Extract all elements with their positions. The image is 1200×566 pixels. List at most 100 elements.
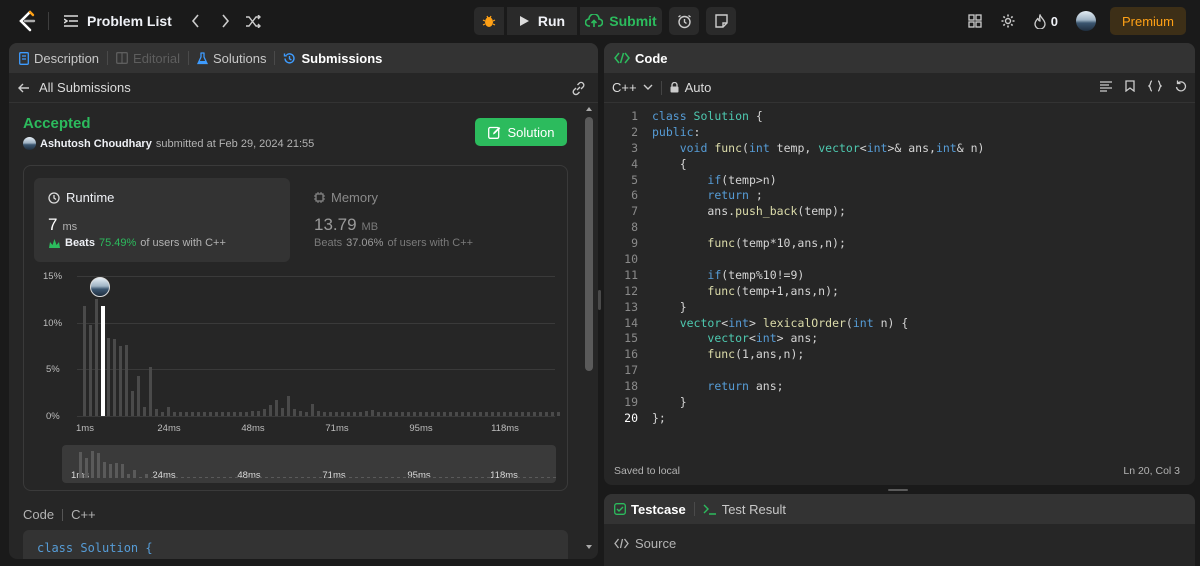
code-line[interactable]: func(1,ans,n); bbox=[652, 347, 984, 363]
bookmark-icon[interactable] bbox=[1125, 80, 1135, 92]
code-token: (temp); bbox=[797, 204, 846, 219]
line-number: 20 bbox=[624, 410, 638, 425]
tab-testcase[interactable]: Testcase bbox=[614, 502, 686, 517]
tab-description[interactable]: Description bbox=[19, 51, 99, 66]
language-select[interactable]: C++ bbox=[612, 80, 653, 95]
next-problem-icon[interactable] bbox=[212, 14, 240, 28]
tab-test-result[interactable]: Test Result bbox=[703, 502, 786, 517]
streak-fire-icon[interactable] bbox=[1029, 13, 1051, 29]
line-number: 5 bbox=[631, 172, 638, 187]
code-token: vector bbox=[679, 315, 722, 330]
arrow-left-icon[interactable] bbox=[17, 83, 31, 93]
notes-button[interactable] bbox=[706, 7, 736, 35]
code-token: if bbox=[707, 172, 722, 187]
code-line[interactable]: } bbox=[652, 395, 984, 411]
code-line[interactable]: return ans; bbox=[652, 379, 984, 395]
code-line[interactable]: vector<int> lexicalOrder(int n) { bbox=[652, 316, 984, 332]
left-tab-bar: Description Editorial Solutions Submissi… bbox=[9, 43, 598, 73]
horizontal-splitter[interactable] bbox=[888, 489, 908, 491]
runtime-label: Runtime bbox=[66, 190, 115, 205]
auto-mode[interactable]: Auto bbox=[670, 80, 711, 95]
code-lines[interactable]: class Solution {public: void func(int te… bbox=[652, 109, 984, 427]
code-line[interactable] bbox=[652, 363, 984, 379]
memory-box[interactable]: Memory 13.79 MB Beats 37.06% of users wi… bbox=[304, 178, 560, 262]
code-line[interactable]: if(temp%10!=9) bbox=[652, 268, 984, 284]
premium-button[interactable]: Premium bbox=[1109, 7, 1186, 35]
submit-button[interactable]: Submit bbox=[580, 7, 662, 35]
code-token: > ans; bbox=[776, 331, 819, 346]
layout-grid-icon[interactable] bbox=[959, 14, 991, 28]
bug-icon bbox=[482, 14, 496, 28]
code-preview-text: class Solution { bbox=[37, 541, 153, 555]
all-submissions-link[interactable]: All Submissions bbox=[39, 80, 131, 95]
format-icon[interactable] bbox=[1100, 80, 1112, 92]
submitter-name[interactable]: Ashutosh Choudhary bbox=[40, 138, 152, 150]
line-number: 14 bbox=[624, 315, 638, 330]
code-line[interactable]: ans.push_back(temp); bbox=[652, 204, 984, 220]
left-scrollbar-thumb[interactable] bbox=[585, 117, 593, 371]
code-lang: C++ bbox=[71, 507, 96, 522]
submit-label: Submit bbox=[609, 13, 657, 29]
code-token: n) { bbox=[873, 315, 909, 330]
code-line[interactable]: { bbox=[652, 157, 984, 173]
code-token: void bbox=[679, 140, 715, 155]
code-header: Code C++ bbox=[23, 507, 96, 522]
line-number: 8 bbox=[631, 220, 638, 235]
clock-icon bbox=[48, 191, 60, 204]
code-line[interactable]: vector<int> ans; bbox=[652, 331, 984, 347]
memory-unit: MB bbox=[361, 221, 379, 233]
tab-test-result-label: Test Result bbox=[721, 501, 786, 517]
code-line[interactable]: public: bbox=[652, 125, 984, 141]
left-scrollbar[interactable] bbox=[583, 103, 595, 559]
tab-solutions[interactable]: Solutions bbox=[197, 51, 266, 66]
code-line[interactable]: class Solution { bbox=[652, 109, 984, 125]
code-line[interactable]: void func(int temp, vector<int>& ans,int… bbox=[652, 140, 985, 157]
play-icon bbox=[519, 15, 530, 27]
line-number: 17 bbox=[624, 363, 638, 378]
braces-icon[interactable] bbox=[1148, 80, 1162, 92]
link-icon[interactable] bbox=[571, 81, 586, 96]
prev-problem-icon[interactable] bbox=[180, 14, 212, 28]
testcase-tab-bar: Testcase Test Result bbox=[604, 494, 1195, 524]
run-button[interactable]: Run bbox=[507, 7, 577, 35]
avatar[interactable] bbox=[1075, 11, 1096, 31]
alarm-clock-icon bbox=[677, 14, 692, 29]
problem-list-link[interactable]: Problem List bbox=[87, 13, 172, 29]
submitter-avatar bbox=[23, 137, 36, 150]
code-token: vector bbox=[818, 140, 860, 155]
code-line[interactable] bbox=[652, 220, 984, 236]
code-line[interactable]: } bbox=[652, 300, 984, 316]
leetcode-logo-icon[interactable] bbox=[14, 8, 40, 34]
code-line[interactable]: func(temp+1,ans,n); bbox=[652, 284, 984, 300]
memory-label: Memory bbox=[331, 190, 378, 205]
code-line[interactable] bbox=[652, 252, 984, 268]
code-editor[interactable]: 1 2 3 4 5 6 7 8 9 10 11 12 13 14 15 16 17 18 19 20 class So… bbox=[604, 109, 1195, 449]
reset-icon[interactable] bbox=[1175, 80, 1187, 92]
editor-toolbar: C++ Auto bbox=[604, 73, 1195, 103]
code-line[interactable]: return ; bbox=[652, 188, 984, 204]
list-icon[interactable] bbox=[61, 15, 81, 27]
note-icon bbox=[714, 14, 728, 28]
tab-testcase-label: Testcase bbox=[631, 501, 686, 517]
tab-editorial[interactable]: Editorial bbox=[116, 51, 180, 66]
debug-button[interactable] bbox=[474, 7, 504, 35]
vertical-splitter[interactable] bbox=[598, 290, 601, 310]
accepted-status: Accepted bbox=[23, 115, 91, 132]
gear-icon[interactable] bbox=[991, 13, 1025, 29]
code-line[interactable]: func(temp*10,ans,n); bbox=[652, 236, 984, 252]
timer-button[interactable] bbox=[669, 7, 699, 35]
history-icon bbox=[283, 52, 296, 65]
code-token: >& ans, bbox=[887, 140, 936, 155]
runtime-box[interactable]: Runtime 7 ms Beats 75.49% of users with … bbox=[34, 178, 290, 262]
solution-button[interactable]: Solution bbox=[475, 118, 567, 146]
shuffle-icon[interactable] bbox=[240, 14, 268, 28]
code-token: temp, bbox=[776, 140, 819, 155]
source-row[interactable]: Source bbox=[614, 536, 676, 551]
tab-submissions[interactable]: Submissions bbox=[283, 51, 382, 66]
code-line[interactable]: }; bbox=[652, 411, 984, 427]
code-line[interactable]: if(temp>n) bbox=[652, 173, 984, 189]
code-token: return bbox=[707, 379, 749, 394]
code-token: int bbox=[755, 331, 777, 346]
terminal-icon bbox=[703, 504, 717, 515]
saved-status: Saved to local bbox=[614, 465, 680, 477]
